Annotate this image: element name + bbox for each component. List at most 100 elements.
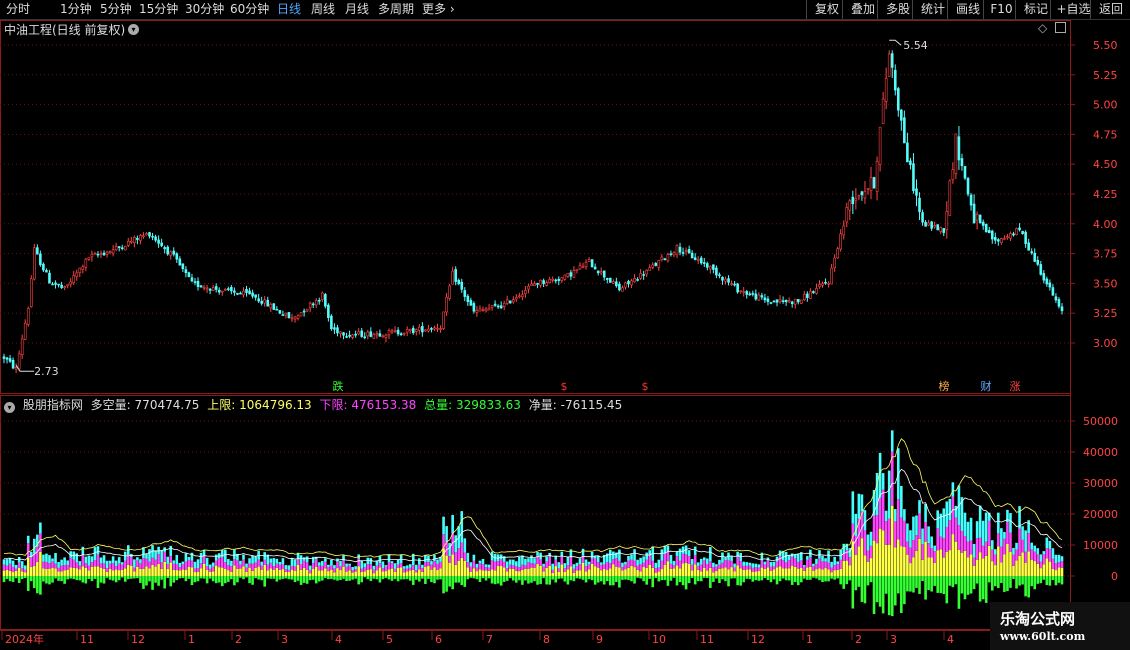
volume-bar-cyan xyxy=(396,559,400,565)
volume-bar-cyan xyxy=(260,561,263,566)
volume-bar-cyan xyxy=(954,505,958,518)
volume-bar-yellow xyxy=(848,565,852,576)
chevron-down-icon[interactable]: ▾ xyxy=(4,402,15,413)
volume-bar-magenta xyxy=(521,564,524,570)
candle-body xyxy=(1015,228,1018,235)
volume-bar-yellow xyxy=(903,547,906,576)
volume-bar-yellow xyxy=(696,569,700,576)
candle-body xyxy=(114,246,118,251)
volume-bar-magenta xyxy=(775,561,779,568)
candle-body xyxy=(515,297,518,300)
period-tab-multi[interactable]: 多周期 xyxy=(378,0,414,19)
chevron-down-icon[interactable]: ▾ xyxy=(128,24,139,35)
net-volume-bar xyxy=(651,576,655,588)
back-button[interactable]: 返回 xyxy=(1090,0,1130,19)
volume-bar-yellow xyxy=(327,571,330,576)
volume-bar-magenta xyxy=(1024,551,1027,563)
volume-bar-cyan xyxy=(833,556,836,566)
window-icon[interactable] xyxy=(1055,22,1066,33)
volume-bar-yellow xyxy=(530,567,533,576)
candle-body xyxy=(912,163,915,191)
period-tab-1min[interactable]: 1分钟 xyxy=(60,0,92,19)
candle-body xyxy=(251,292,254,297)
net-volume-bar xyxy=(775,576,779,585)
restore-rights-button[interactable]: 复权 xyxy=(806,0,847,19)
volume-bar-magenta xyxy=(596,562,600,568)
net-volume-bar xyxy=(836,576,839,579)
volume-bar-cyan xyxy=(569,549,573,557)
net-volume-bar xyxy=(126,576,130,580)
volume-bar-magenta xyxy=(948,520,952,551)
volume-bar-magenta xyxy=(587,564,591,570)
candle-body xyxy=(624,282,627,288)
volume-bar-yellow xyxy=(1027,551,1030,576)
volume-bar-magenta xyxy=(448,556,451,563)
net-volume-bar xyxy=(560,576,564,579)
volume-bar-cyan xyxy=(984,512,988,542)
volume-bar-cyan xyxy=(912,516,915,541)
period-tab-intraday[interactable]: 分时 xyxy=(6,0,30,19)
volume-bar-magenta xyxy=(142,558,145,569)
volume-bar-magenta xyxy=(578,564,582,571)
volume-bar-magenta xyxy=(20,568,24,572)
candle-body xyxy=(736,283,739,293)
volume-bar-cyan xyxy=(702,557,706,561)
net-volume-bar xyxy=(872,576,876,615)
volume-bar-magenta xyxy=(29,557,33,567)
volume-bar-cyan xyxy=(645,552,648,560)
volume-bar-cyan xyxy=(245,563,248,568)
period-tab-weekly[interactable]: 周线 xyxy=(311,0,335,19)
volume-bar-magenta xyxy=(727,560,730,570)
volume-bar-magenta xyxy=(872,515,876,541)
volume-bar-yellow xyxy=(630,565,633,576)
period-tab-15min[interactable]: 15分钟 xyxy=(139,0,178,19)
period-tab-monthly[interactable]: 月线 xyxy=(345,0,369,19)
candle-body xyxy=(660,256,664,261)
chart-canvas[interactable]: 5.505.255.004.754.504.254.003.753.503.25… xyxy=(0,0,1130,650)
candle-body xyxy=(718,274,721,277)
net-volume-bar xyxy=(487,576,491,579)
period-tab-more[interactable]: 更多 › xyxy=(422,0,455,19)
volume-bar-cyan xyxy=(5,559,9,566)
candle-body xyxy=(527,286,530,290)
diamond-icon[interactable]: ◇ xyxy=(1038,21,1047,35)
net-volume-bar xyxy=(1030,576,1033,587)
draw-line-button[interactable]: 画线 xyxy=(947,0,988,19)
volume-bar-magenta xyxy=(618,560,621,568)
volume-bar-yellow xyxy=(966,557,970,576)
candle-body xyxy=(402,332,406,335)
volume-bar-cyan xyxy=(14,564,18,569)
net-volume-bar xyxy=(63,576,66,584)
volume-bar-magenta xyxy=(709,561,712,568)
date-tick-label: 2 xyxy=(235,633,242,646)
net-volume-bar xyxy=(1051,576,1055,581)
period-tab-5min[interactable]: 5分钟 xyxy=(100,0,132,19)
field-value: -76115.45 xyxy=(560,398,623,412)
period-tab-daily[interactable]: 日线 xyxy=(277,0,301,19)
watermark-url: www.60lt.com xyxy=(1000,630,1086,643)
volume-bar-yellow xyxy=(281,569,285,576)
candle-body xyxy=(742,291,745,293)
volume-bar-cyan xyxy=(199,552,203,564)
volume-bar-cyan xyxy=(533,558,536,564)
net-volume-bar xyxy=(405,576,409,580)
price-tick-label: 3.00 xyxy=(1093,337,1118,350)
candle-body xyxy=(948,180,952,216)
volume-bar-yellow xyxy=(408,570,412,576)
volume-bar-magenta xyxy=(551,569,555,573)
net-volume-bar xyxy=(918,576,921,594)
volume-bar-yellow xyxy=(536,564,539,576)
volume-bar-cyan xyxy=(133,559,136,568)
net-volume-bar xyxy=(984,576,988,603)
net-volume-bar xyxy=(384,576,388,579)
volume-bar-yellow xyxy=(957,549,961,576)
net-volume-bar xyxy=(587,576,591,580)
net-volume-bar xyxy=(933,576,936,586)
f10-button[interactable]: F10 xyxy=(983,0,1019,19)
period-tab-30min[interactable]: 30分钟 xyxy=(185,0,224,19)
date-tick-label: 5 xyxy=(386,633,393,646)
period-tab-60min[interactable]: 60分钟 xyxy=(230,0,269,19)
volume-bar-yellow xyxy=(372,573,376,576)
net-volume-bar xyxy=(709,576,712,588)
volume-bar-yellow xyxy=(478,569,482,576)
